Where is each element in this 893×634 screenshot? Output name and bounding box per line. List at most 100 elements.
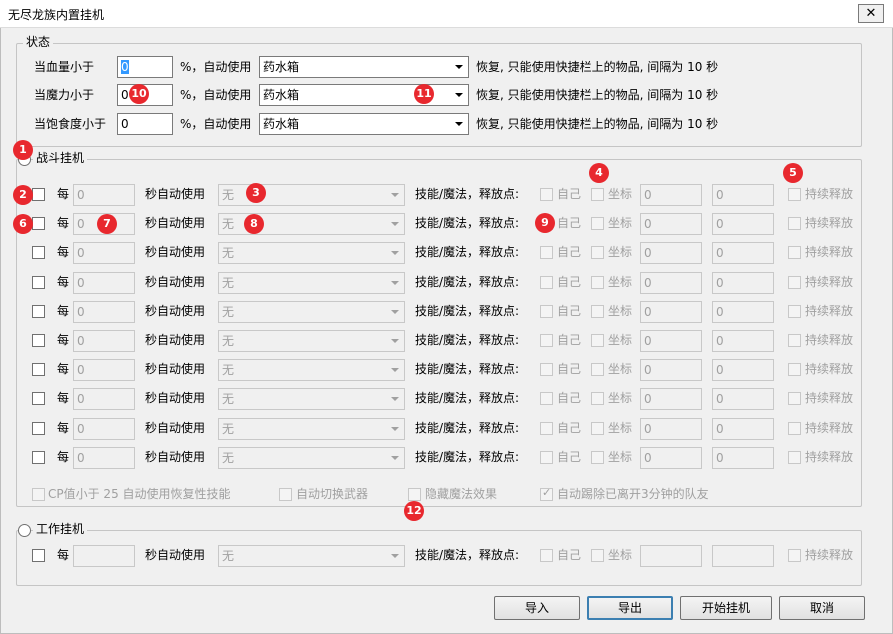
combat-interval-input[interactable]: 0 — [73, 242, 135, 264]
combat-interval-input[interactable]: 0 — [73, 447, 135, 469]
combat-coord-x-input[interactable]: 0 — [640, 359, 702, 381]
combat-row-checkbox[interactable] — [32, 363, 45, 376]
combat-row-checkbox[interactable] — [32, 217, 45, 230]
combat-continuous-checkbox[interactable] — [788, 188, 801, 201]
status-threshold-input[interactable]: 0 — [117, 113, 173, 135]
work-self-checkbox[interactable] — [540, 549, 553, 562]
combat-continuous-checkbox[interactable] — [788, 451, 801, 464]
combat-self-checkbox[interactable] — [540, 188, 553, 201]
work-coord-y-input[interactable] — [712, 545, 774, 567]
start-button[interactable]: 开始挂机 — [680, 596, 772, 620]
combat-row-checkbox[interactable] — [32, 451, 45, 464]
combat-coord-y-input[interactable]: 0 — [712, 272, 774, 294]
combat-coord-checkbox[interactable] — [591, 334, 604, 347]
combat-interval-input[interactable]: 0 — [73, 301, 135, 323]
combat-skill-select[interactable]: 无 — [218, 301, 405, 323]
combat-row-checkbox[interactable] — [32, 392, 45, 405]
combat-self-checkbox[interactable] — [540, 334, 553, 347]
combat-continuous-checkbox[interactable] — [788, 392, 801, 405]
combat-self-checkbox[interactable] — [540, 276, 553, 289]
combat-skill-select[interactable]: 无 — [218, 359, 405, 381]
combat-continuous-checkbox[interactable] — [788, 217, 801, 230]
combat-coord-checkbox[interactable] — [591, 276, 604, 289]
close-button[interactable]: ✕ — [858, 4, 884, 23]
combat-interval-input[interactable]: 0 — [73, 388, 135, 410]
combat-continuous-checkbox[interactable] — [788, 305, 801, 318]
combat-row-checkbox[interactable] — [32, 334, 45, 347]
combat-interval-input[interactable]: 0 — [73, 418, 135, 440]
combat-coord-y-input[interactable]: 0 — [712, 359, 774, 381]
combat-coord-x-input[interactable]: 0 — [640, 388, 702, 410]
work-coord-x-input[interactable] — [640, 545, 702, 567]
combat-coord-y-input[interactable]: 0 — [712, 388, 774, 410]
combat-continuous-checkbox[interactable] — [788, 276, 801, 289]
export-button[interactable]: 导出 — [587, 596, 673, 620]
work-coord-checkbox[interactable] — [591, 549, 604, 562]
combat-continuous-label: 持续释放 — [805, 304, 854, 318]
work-continuous-checkbox[interactable] — [788, 549, 801, 562]
combat-row-checkbox[interactable] — [32, 188, 45, 201]
combat-coord-x-input[interactable]: 0 — [640, 242, 702, 264]
combat-coord-y-input[interactable]: 0 — [712, 242, 774, 264]
combat-coord-x-input[interactable]: 0 — [640, 418, 702, 440]
combat-self-checkbox[interactable] — [540, 451, 553, 464]
combat-coord-y-input[interactable]: 0 — [712, 213, 774, 235]
combat-self-checkbox[interactable] — [540, 392, 553, 405]
status-threshold-input[interactable]: 0 — [117, 56, 173, 78]
combat-continuous-checkbox[interactable] — [788, 246, 801, 259]
combat-coord-checkbox[interactable] — [591, 422, 604, 435]
combat-coord-x-input[interactable]: 0 — [640, 272, 702, 294]
combat-coord-x-input[interactable]: 0 — [640, 447, 702, 469]
combat-coord-checkbox[interactable] — [591, 392, 604, 405]
cp-heal-checkbox[interactable] — [32, 488, 45, 501]
combat-coord-y-input[interactable]: 0 — [712, 301, 774, 323]
combat-coord-checkbox[interactable] — [591, 246, 604, 259]
combat-coord-checkbox[interactable] — [591, 363, 604, 376]
combat-row-checkbox[interactable] — [32, 246, 45, 259]
work-mode-radio[interactable] — [18, 524, 31, 537]
combat-interval-input[interactable]: 0 — [73, 359, 135, 381]
combat-row-checkbox[interactable] — [32, 276, 45, 289]
combat-coord-x-input[interactable]: 0 — [640, 301, 702, 323]
import-button[interactable]: 导入 — [494, 596, 580, 620]
combat-coord-y-input[interactable]: 0 — [712, 418, 774, 440]
work-skill-select[interactable]: 无 — [218, 545, 405, 567]
auto-kick-checkbox[interactable]: ✓ — [540, 486, 553, 501]
combat-skill-select[interactable]: 无 — [218, 418, 405, 440]
combat-coord-y-input[interactable]: 0 — [712, 330, 774, 352]
combat-self-checkbox[interactable] — [540, 422, 553, 435]
auto-switch-weapon-checkbox[interactable] — [279, 488, 292, 501]
combat-skill-select[interactable]: 无 — [218, 242, 405, 264]
combat-self-checkbox[interactable] — [540, 363, 553, 376]
combat-interval-input[interactable]: 0 — [73, 272, 135, 294]
combat-coord-x-input[interactable]: 0 — [640, 330, 702, 352]
status-item-select[interactable]: 药水箱 — [259, 113, 469, 135]
combat-continuous-checkbox[interactable] — [788, 422, 801, 435]
status-item-select[interactable]: 药水箱 — [259, 56, 469, 78]
combat-self-checkbox[interactable] — [540, 246, 553, 259]
combat-interval-input[interactable]: 0 — [73, 184, 135, 206]
combat-coord-checkbox[interactable] — [591, 188, 604, 201]
combat-coord-x-input[interactable]: 0 — [640, 213, 702, 235]
combat-skill-select[interactable]: 无 — [218, 388, 405, 410]
combat-coord-checkbox[interactable] — [591, 305, 604, 318]
work-enable-checkbox[interactable] — [32, 549, 45, 562]
combat-self-checkbox[interactable] — [540, 305, 553, 318]
combat-skill-select[interactable]: 无 — [218, 272, 405, 294]
hide-magic-fx-checkbox[interactable] — [408, 488, 421, 501]
combat-coord-y-input[interactable]: 0 — [712, 447, 774, 469]
combat-coord-checkbox[interactable] — [591, 217, 604, 230]
combat-interval-input[interactable]: 0 — [73, 330, 135, 352]
combat-coord-x-input[interactable]: 0 — [640, 184, 702, 206]
cancel-button[interactable]: 取消 — [779, 596, 865, 620]
combat-coord-y-input[interactable]: 0 — [712, 184, 774, 206]
work-interval-input[interactable] — [73, 545, 135, 567]
combat-coord-checkbox[interactable] — [591, 451, 604, 464]
combat-continuous-checkbox[interactable] — [788, 363, 801, 376]
combat-continuous-checkbox[interactable] — [788, 334, 801, 347]
combat-row-checkbox[interactable] — [32, 422, 45, 435]
combat-skill-select[interactable]: 无 — [218, 447, 405, 469]
combat-skill-select[interactable]: 无 — [218, 330, 405, 352]
status-item-select[interactable]: 药水箱 — [259, 84, 469, 106]
combat-row-checkbox[interactable] — [32, 305, 45, 318]
